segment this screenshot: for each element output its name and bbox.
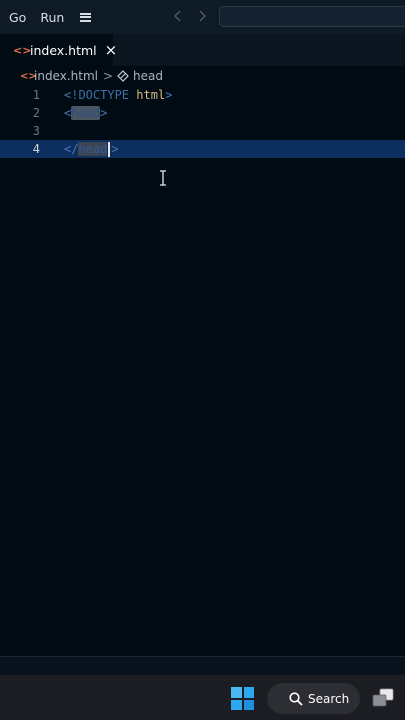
tab-index-html[interactable]: <> index.html × [0,34,117,66]
line-number: 3 [32,124,40,138]
selected-text: head [78,142,108,156]
code-line: 1 <!DOCTYPE html> [0,86,405,104]
tab-bar: <> index.html × [0,34,405,66]
tab-label: index.html [30,43,97,58]
more-menu-icon[interactable] [80,12,92,22]
active-code-line: 4 </head > [0,140,405,158]
close-icon[interactable]: × [105,43,118,58]
menu-run[interactable]: Run [26,10,64,25]
line-number: 1 [32,88,40,102]
title-bar: Go Run [0,0,405,34]
line-content: </head > [64,142,119,157]
line-number: 4 [32,142,40,156]
breadcrumb-file[interactable]: index.html [34,69,98,83]
status-bar [0,656,405,675]
html-file-icon: <> [20,70,37,82]
matched-tag-highlight: head [71,106,101,120]
breadcrumb-separator: > [102,69,114,83]
breadcrumb: <> index.html > head [0,66,405,86]
html-file-icon: <> [13,44,32,57]
line-content: <head> [64,106,108,120]
search-label: Search [308,691,350,706]
menu-go[interactable]: Go [0,10,26,25]
line-content: <!DOCTYPE html> [64,88,173,102]
element-symbol-icon [117,70,129,82]
taskbar-search-button[interactable]: Search [267,683,360,714]
line-number: 2 [32,106,40,120]
code-line: 3 [0,122,405,140]
task-view-icon[interactable] [372,688,394,708]
mouse-ibeam-cursor-icon [160,170,166,186]
back-arrow-icon[interactable] [170,8,186,24]
windows-start-icon[interactable] [231,687,254,710]
breadcrumb-symbol[interactable]: head [133,69,163,83]
code-editor[interactable]: 1 <!DOCTYPE html> 2 <head> 3 4 </head > [0,86,405,656]
search-icon [289,691,303,706]
command-center-search[interactable] [219,6,405,27]
forward-arrow-icon[interactable] [194,8,210,24]
code-line: 2 <head> [0,104,405,122]
